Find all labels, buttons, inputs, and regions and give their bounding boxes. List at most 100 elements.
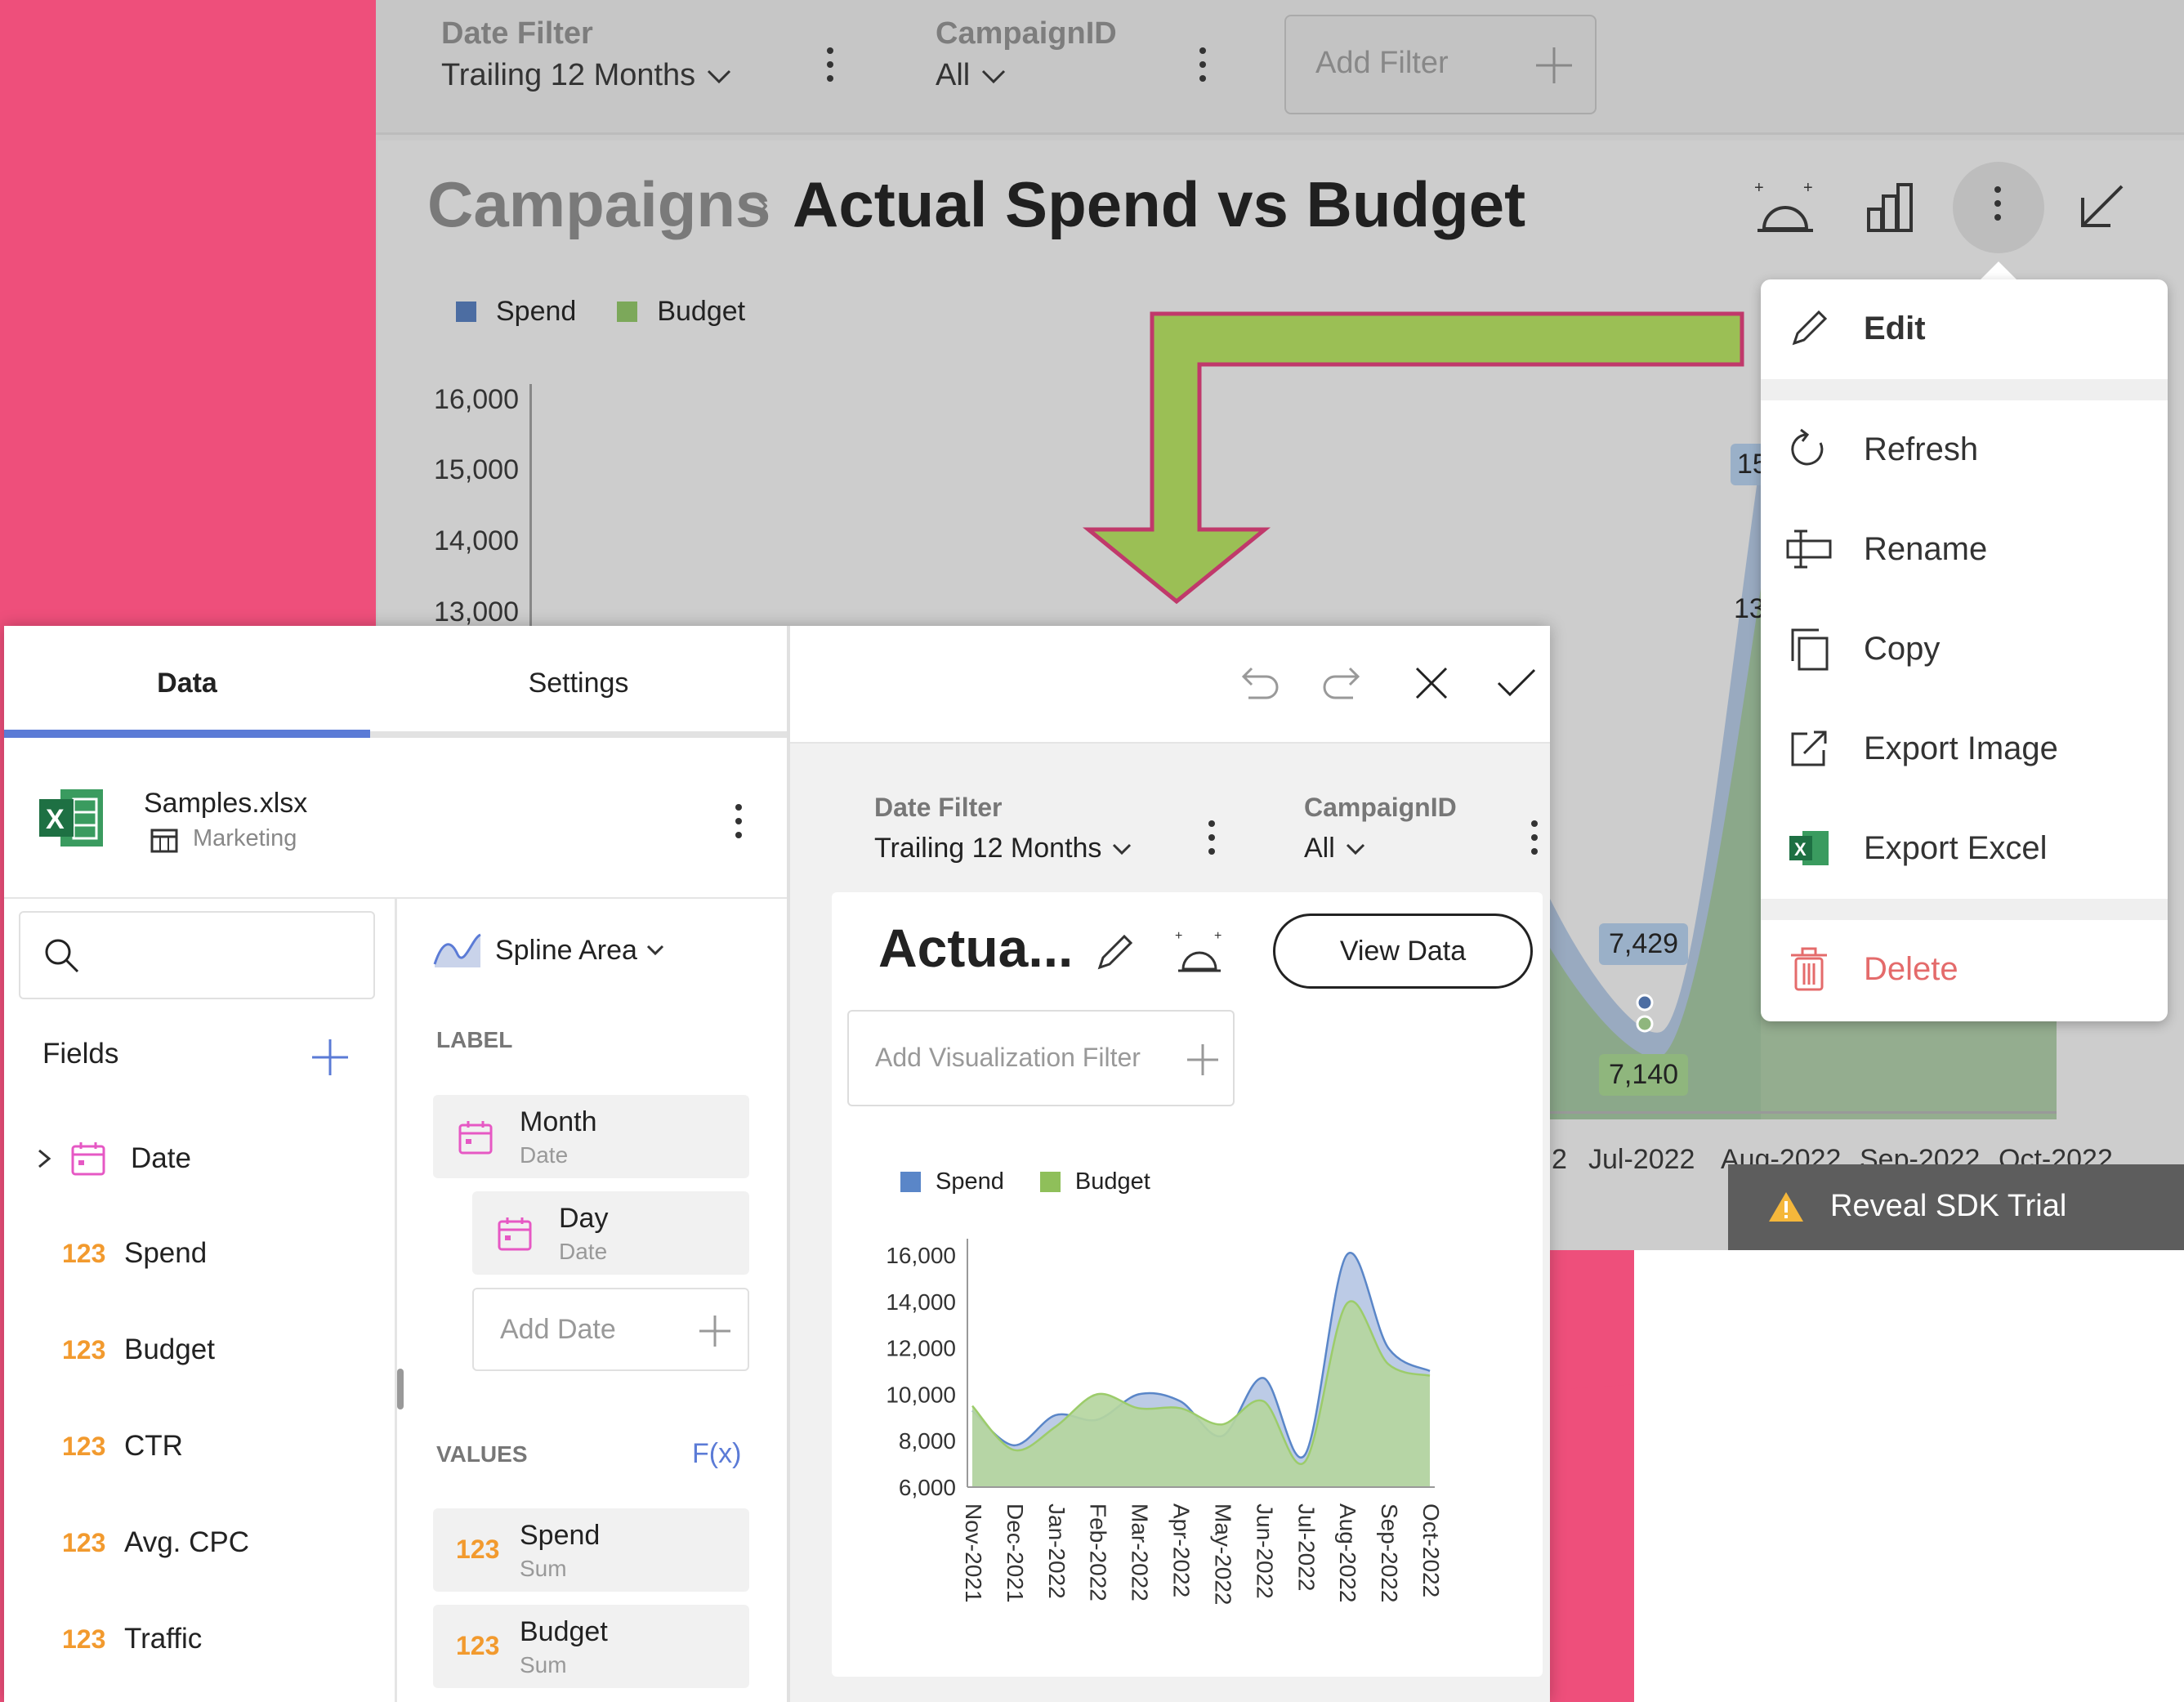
menu-item-delete[interactable]: Delete	[1761, 924, 2168, 1014]
filter-campaign[interactable]: CampaignID All	[936, 16, 1117, 93]
preview-filter-campaign[interactable]: CampaignID All	[1304, 793, 1457, 864]
field-avg-cpc[interactable]: 123 Avg. CPC	[33, 1510, 249, 1575]
value-pill-spend[interactable]: 123 Spend Sum	[433, 1508, 749, 1592]
x-tick: May-2022	[1210, 1503, 1235, 1606]
field-label: Avg. CPC	[124, 1526, 250, 1558]
label-section-heading: LABEL	[436, 1027, 513, 1052]
x-tick: Aug-2022	[1335, 1503, 1360, 1602]
view-data-button[interactable]: View Data	[1273, 914, 1533, 989]
menu-item-rename[interactable]: Rename	[1761, 504, 2168, 594]
page-title: Actual Spend vs Budget	[793, 168, 1526, 240]
field-traffic[interactable]: 123 Traffic	[33, 1606, 202, 1672]
copy-icon	[1785, 625, 1833, 672]
menu-item-label: Delete	[1864, 950, 1958, 987]
filter-more-icon[interactable]	[1208, 820, 1217, 862]
chart-type-label: Spline Area	[495, 934, 637, 966]
svg-text:X: X	[1794, 839, 1807, 860]
filter-label: Date Filter	[441, 16, 593, 51]
calendar-icon	[498, 1217, 532, 1251]
y-axis-line	[529, 384, 532, 629]
number-type-icon: 123	[62, 1624, 106, 1654]
fields-heading: Fields	[42, 1038, 119, 1070]
tab-settings[interactable]: Settings	[370, 626, 787, 740]
field-label: CTR	[124, 1430, 183, 1462]
menu-item-edit[interactable]: Edit	[1761, 284, 2168, 373]
tab-data[interactable]: Data	[4, 626, 370, 740]
minimize-icon[interactable]	[2078, 181, 2127, 230]
add-date-button[interactable]: Add Date	[472, 1288, 749, 1371]
excel-icon: X	[1785, 824, 1833, 872]
add-filter-button[interactable]: Add Filter	[1284, 15, 1597, 114]
menu-item-label: Copy	[1864, 630, 1941, 667]
y-tick: 14,000	[434, 525, 519, 556]
visualization-title[interactable]: Actua...	[878, 917, 1073, 979]
more-vertical-icon[interactable]	[1953, 162, 2044, 253]
bar-chart-icon[interactable]	[1865, 181, 1918, 234]
formula-button[interactable]: F(x)	[692, 1438, 741, 1470]
svg-text:+: +	[1754, 181, 1764, 197]
legend-label: Budget	[1074, 1168, 1150, 1195]
trash-icon	[1785, 945, 1833, 993]
menu-item-copy[interactable]: Copy	[1761, 604, 2168, 694]
warning-icon	[1769, 1192, 1803, 1222]
legend-swatch-budget	[617, 302, 638, 322]
plus-icon	[1536, 47, 1572, 83]
filter-more-icon[interactable]	[1531, 820, 1539, 862]
ai-insights-icon[interactable]: + +	[1173, 930, 1226, 977]
sdk-trial-badge: Reveal SDK Trial	[1728, 1164, 2184, 1250]
datasource-sheet: Marketing	[193, 825, 297, 851]
field-budget[interactable]: 123 Budget	[33, 1317, 215, 1383]
legend-label: Budget	[657, 296, 746, 327]
number-type-icon: 123	[62, 1334, 106, 1365]
menu-item-label: Edit	[1864, 310, 1926, 346]
chevron-down-icon	[708, 69, 731, 83]
field-spend[interactable]: 123 Spend	[33, 1221, 207, 1286]
chart-legend: Spend Budget	[900, 1168, 1150, 1195]
plus-icon	[699, 1316, 730, 1347]
confirm-check-icon[interactable]	[1495, 665, 1538, 701]
label-pill-month[interactable]: Month Date	[433, 1095, 749, 1178]
field-label: Spend	[124, 1237, 208, 1269]
menu-item-export-image[interactable]: Export Image	[1761, 704, 2168, 793]
preview-filter-date[interactable]: Date Filter Trailing 12 Months	[874, 793, 1132, 864]
filter-label: Date Filter	[874, 793, 1003, 822]
close-icon[interactable]	[1414, 665, 1449, 701]
filter-date[interactable]: Date Filter Trailing 12 Months	[441, 16, 733, 93]
filter-more-icon[interactable]	[1199, 47, 1208, 89]
x-tick: Jan-2022	[1044, 1503, 1070, 1599]
filter-more-icon[interactable]	[827, 47, 835, 89]
scrollbar-handle[interactable]	[397, 1369, 404, 1409]
breadcrumb[interactable]: Campaigns	[427, 168, 770, 242]
chevron-down-icon	[982, 69, 1006, 83]
chart-type-selector[interactable]: Spline Area	[433, 931, 665, 969]
pill-label: Month	[520, 1106, 597, 1137]
add-field-icon[interactable]	[310, 1038, 350, 1077]
export-image-icon	[1785, 725, 1833, 772]
redo-icon[interactable]	[1322, 662, 1364, 704]
add-viz-filter-label: Add Visualization Filter	[875, 1043, 1141, 1072]
ai-insights-icon[interactable]: + +	[1753, 181, 1818, 239]
label-pill-day[interactable]: Day Date	[472, 1191, 749, 1275]
values-section-heading: VALUES	[436, 1441, 528, 1467]
datasource-more-icon[interactable]	[735, 804, 744, 846]
x-axis-line	[1550, 1111, 2057, 1114]
menu-item-label: Export Excel	[1864, 829, 2048, 866]
svg-text:+: +	[1803, 181, 1813, 197]
menu-item-refresh[interactable]: Refresh	[1761, 404, 2168, 494]
pencil-icon	[1785, 305, 1833, 352]
y-tick: 10,000	[886, 1382, 956, 1407]
calendar-icon	[71, 1142, 105, 1176]
add-visualization-filter-button[interactable]: Add Visualization Filter	[847, 1010, 1235, 1106]
svg-text:X: X	[46, 804, 65, 835]
add-date-label: Add Date	[500, 1314, 616, 1345]
field-date[interactable]: Date	[33, 1126, 191, 1191]
spline-area-icon	[433, 933, 481, 967]
menu-item-export-excel[interactable]: X Export Excel	[1761, 803, 2168, 893]
y-tick: 15,000	[434, 454, 519, 485]
field-ctr[interactable]: 123 CTR	[33, 1414, 183, 1479]
pencil-icon[interactable]	[1093, 931, 1136, 974]
search-input[interactable]	[19, 911, 375, 999]
value-pill-budget[interactable]: 123 Budget Sum	[433, 1605, 749, 1688]
undo-icon[interactable]	[1237, 662, 1280, 704]
pill-sublabel: Date	[559, 1239, 608, 1264]
